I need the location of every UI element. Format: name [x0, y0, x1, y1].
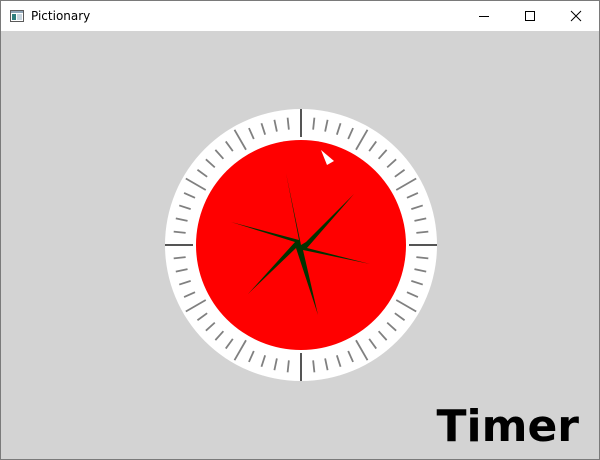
app-window-icon — [9, 8, 25, 24]
close-icon — [570, 7, 582, 26]
window-controls — [461, 1, 599, 31]
timer-label: Timer — [436, 401, 579, 452]
close-button[interactable] — [553, 1, 599, 31]
timer-tick — [416, 230, 429, 234]
timer-tick — [416, 256, 429, 260]
maximize-button[interactable] — [507, 1, 553, 31]
title-bar[interactable]: Pictionary — [1, 1, 599, 31]
timer-tick — [312, 360, 316, 373]
game-canvas: Timer — [1, 31, 599, 459]
timer-tick — [286, 117, 290, 130]
minimize-button[interactable] — [461, 1, 507, 31]
maximize-icon — [524, 7, 536, 26]
timer-tick — [312, 117, 316, 130]
timer-dial — [165, 109, 437, 381]
minimize-icon — [478, 7, 490, 26]
timer-tick — [286, 360, 290, 373]
timer-tick — [173, 230, 186, 234]
app-window: Pictionary Timer — [0, 0, 600, 460]
timer-tick — [173, 256, 186, 260]
window-title: Pictionary — [31, 9, 91, 23]
